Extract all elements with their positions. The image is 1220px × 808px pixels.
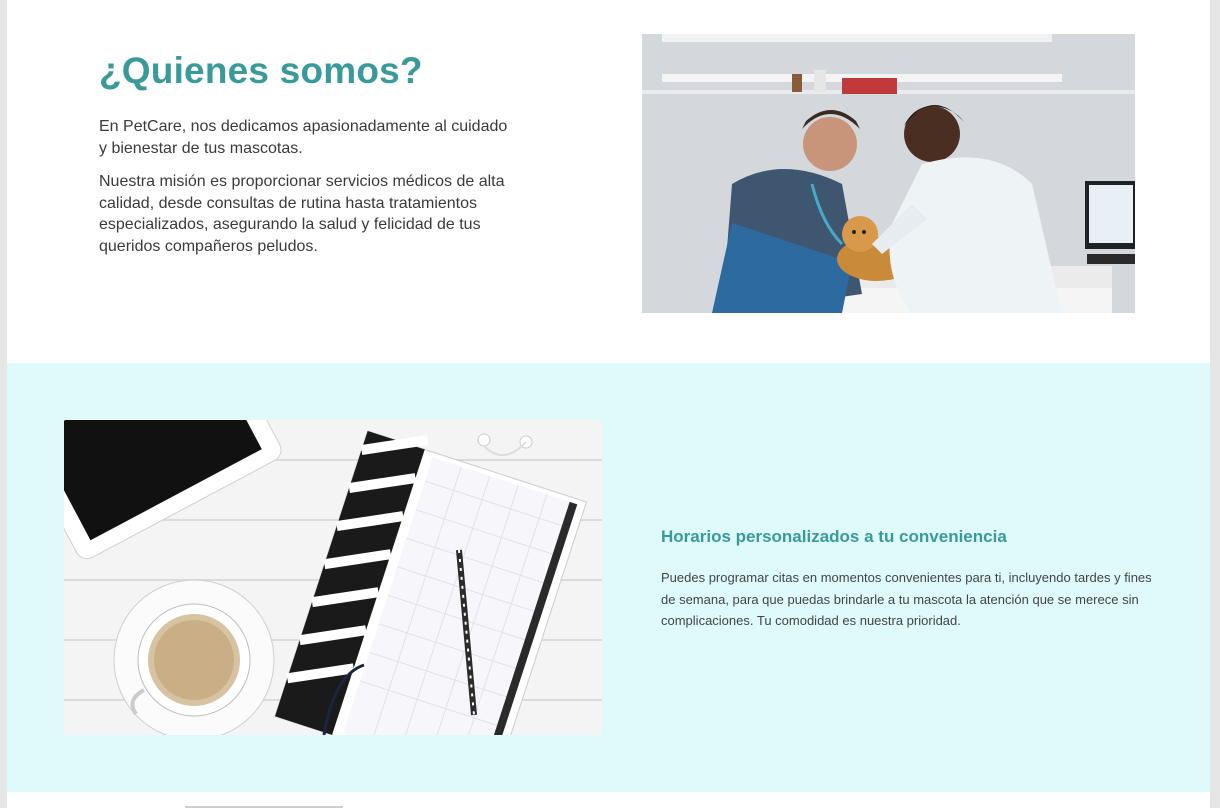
hours-description: Puedes programar citas en momentos conve… bbox=[661, 570, 1152, 628]
desk-notebook-photo bbox=[64, 420, 602, 735]
about-paragraph-2: Nuestra misión es proporcionar servicios… bbox=[99, 173, 505, 255]
about-title: ¿Quienes somos? bbox=[99, 50, 423, 91]
hours-section: Horarios personalizados a tu convenienci… bbox=[7, 363, 1210, 792]
veterinarians-photo bbox=[642, 34, 1135, 313]
page: ¿Quienes somos? En PetCare, nos dedicamo… bbox=[7, 0, 1210, 808]
about-paragraph-1: En PetCare, nos dedicamos apasionadament… bbox=[99, 118, 508, 157]
hours-title: Horarios personalizados a tu convenienci… bbox=[661, 527, 1007, 546]
